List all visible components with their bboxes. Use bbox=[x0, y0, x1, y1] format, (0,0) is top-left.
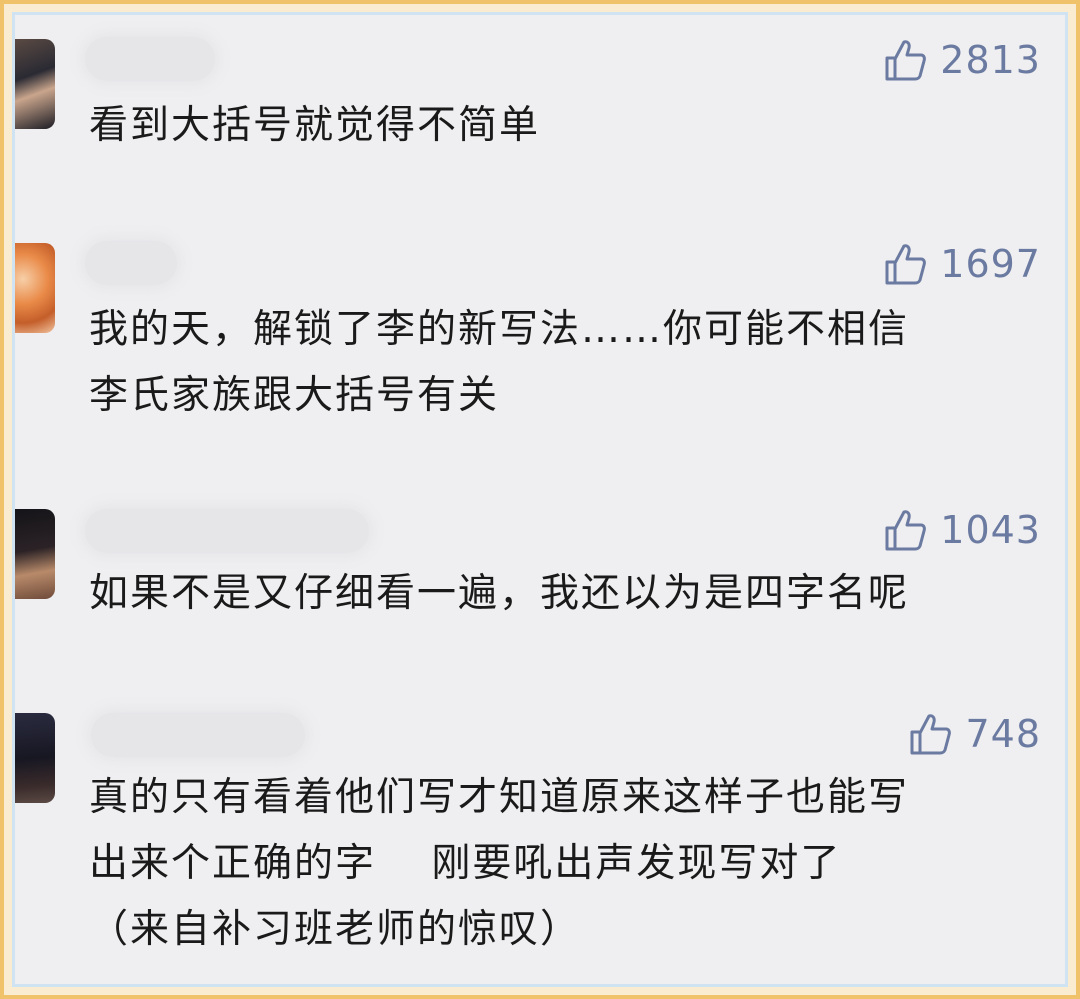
thumbs-up-icon bbox=[885, 510, 927, 551]
comments-panel: 2813 看到大括号就觉得不简单 1697 我的天，解锁了李的新写法……你可能不… bbox=[12, 12, 1068, 987]
like-count: 748 bbox=[965, 712, 1041, 756]
like-button[interactable]: 1043 bbox=[884, 505, 1041, 555]
like-count: 1043 bbox=[940, 508, 1041, 552]
comment-text: 如果不是又仔细看一遍，我还以为是四字名呢 bbox=[89, 571, 910, 616]
thumbs-up-icon bbox=[885, 244, 927, 285]
comment-text: 真的只有看着他们写才知道原来这样子也能写 出来个正确的字 刚要吼出声发现写对了 … bbox=[89, 775, 910, 952]
avatar[interactable] bbox=[15, 509, 55, 599]
thumbs-up-icon bbox=[885, 40, 927, 81]
username-blurred[interactable] bbox=[91, 713, 305, 757]
username-blurred[interactable] bbox=[85, 241, 177, 285]
like-button[interactable]: 748 bbox=[909, 709, 1041, 759]
like-count: 2813 bbox=[940, 38, 1041, 82]
username-blurred[interactable] bbox=[85, 37, 215, 81]
comment-text: 我的天，解锁了李的新写法……你可能不相信 李氏家族跟大括号有关 bbox=[89, 307, 910, 418]
like-count: 1697 bbox=[940, 242, 1041, 286]
comment-text: 看到大括号就觉得不简单 bbox=[89, 103, 541, 148]
like-button[interactable]: 2813 bbox=[884, 35, 1041, 85]
thumbs-up-icon bbox=[910, 714, 952, 755]
like-button[interactable]: 1697 bbox=[884, 239, 1041, 289]
username-blurred[interactable] bbox=[85, 509, 369, 553]
avatar[interactable] bbox=[15, 713, 55, 803]
avatar[interactable] bbox=[15, 39, 55, 129]
avatar[interactable] bbox=[15, 243, 55, 333]
